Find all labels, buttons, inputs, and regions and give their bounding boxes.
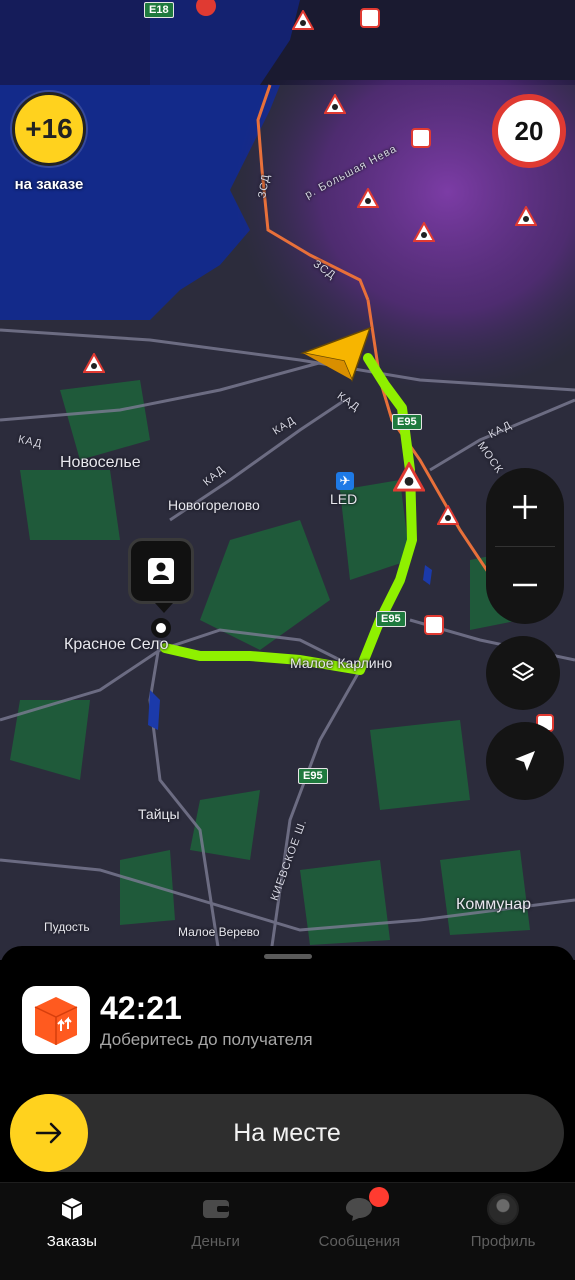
roadwork-icon[interactable] xyxy=(83,353,105,373)
plus-icon xyxy=(513,494,537,519)
tab-orders[interactable]: Заказы xyxy=(0,1183,144,1280)
place-label: Тайцы xyxy=(138,806,180,822)
tab-messages-label: Сообщения xyxy=(318,1233,401,1250)
place-label: Новоселье xyxy=(60,454,141,471)
avatar-icon xyxy=(487,1193,520,1225)
tab-orders-label: Заказы xyxy=(46,1233,97,1250)
navigation-arrow-icon xyxy=(515,751,535,771)
route-shield-e95: E95 xyxy=(298,768,328,784)
roadwork-icon[interactable] xyxy=(515,206,537,226)
camera-icon[interactable] xyxy=(411,128,431,148)
place-label: Новогорелово xyxy=(168,497,260,513)
roadwork-icon[interactable] xyxy=(292,10,314,30)
layers-button[interactable] xyxy=(486,636,560,710)
route-shield-e95: E95 xyxy=(376,611,406,627)
slider-knob[interactable] xyxy=(10,1094,88,1172)
route-shield-e95: E95 xyxy=(392,414,422,430)
zoom-out-button[interactable] xyxy=(486,547,564,625)
roadwork-icon[interactable] xyxy=(357,188,379,208)
arrow-right-icon xyxy=(35,1122,62,1144)
eta-time: 42:21 xyxy=(100,990,182,1026)
box-icon xyxy=(61,1198,83,1220)
sheet-handle[interactable] xyxy=(264,954,312,959)
place-label: Малое Верево xyxy=(178,925,260,939)
bonus-caption: на заказе xyxy=(14,176,84,193)
slider-label: На месте xyxy=(233,1119,341,1147)
speed-limit-sign: 20 xyxy=(492,94,566,168)
roadwork-icon[interactable] xyxy=(437,505,459,525)
recipient-pin[interactable] xyxy=(128,538,194,613)
minus-icon xyxy=(513,584,537,587)
layers-icon xyxy=(512,662,534,681)
locate-me-button[interactable] xyxy=(486,722,564,800)
place-label: Пудость xyxy=(44,920,90,934)
route-shield-e18: E18 xyxy=(144,2,174,18)
place-label: LED xyxy=(330,491,358,507)
wallet-icon xyxy=(202,1200,229,1218)
camera-icon[interactable] xyxy=(424,615,444,635)
tab-messages[interactable]: Сообщения xyxy=(288,1183,432,1280)
bonus-badge[interactable]: +16 xyxy=(12,92,86,166)
zoom-control xyxy=(486,468,564,624)
roadwork-icon[interactable] xyxy=(413,222,435,242)
tab-money-label: Деньги xyxy=(191,1233,240,1250)
order-instruction: Доберитесь до получателя xyxy=(100,1030,313,1049)
current-position-arrow-icon xyxy=(300,326,372,383)
unread-badge xyxy=(369,1187,390,1207)
map-view[interactable]: ✈ E95 E95 E95 E18 Новоселье Новогорелово… xyxy=(0,0,575,960)
place-label: Коммунар xyxy=(456,896,532,913)
arrived-slider[interactable]: На месте xyxy=(10,1094,564,1172)
person-icon xyxy=(148,558,174,584)
place-label: Красное Село xyxy=(64,636,169,653)
roadwork-icon[interactable] xyxy=(324,94,346,114)
tab-profile[interactable]: Профиль xyxy=(431,1183,575,1280)
tab-profile-label: Профиль xyxy=(470,1233,536,1250)
destination-point xyxy=(151,618,171,638)
roadwork-large-icon[interactable] xyxy=(393,462,425,492)
zoom-in-button[interactable] xyxy=(486,468,564,546)
parcel-box-icon xyxy=(22,986,90,1054)
place-label: Малое Карлино xyxy=(290,655,393,671)
tab-money[interactable]: Деньги xyxy=(144,1183,288,1280)
camera-icon[interactable] xyxy=(360,8,380,28)
bottom-tab-bar: Заказы Деньги Сообщения Профиль xyxy=(0,1182,575,1280)
airport-icon[interactable]: ✈ xyxy=(336,472,354,490)
